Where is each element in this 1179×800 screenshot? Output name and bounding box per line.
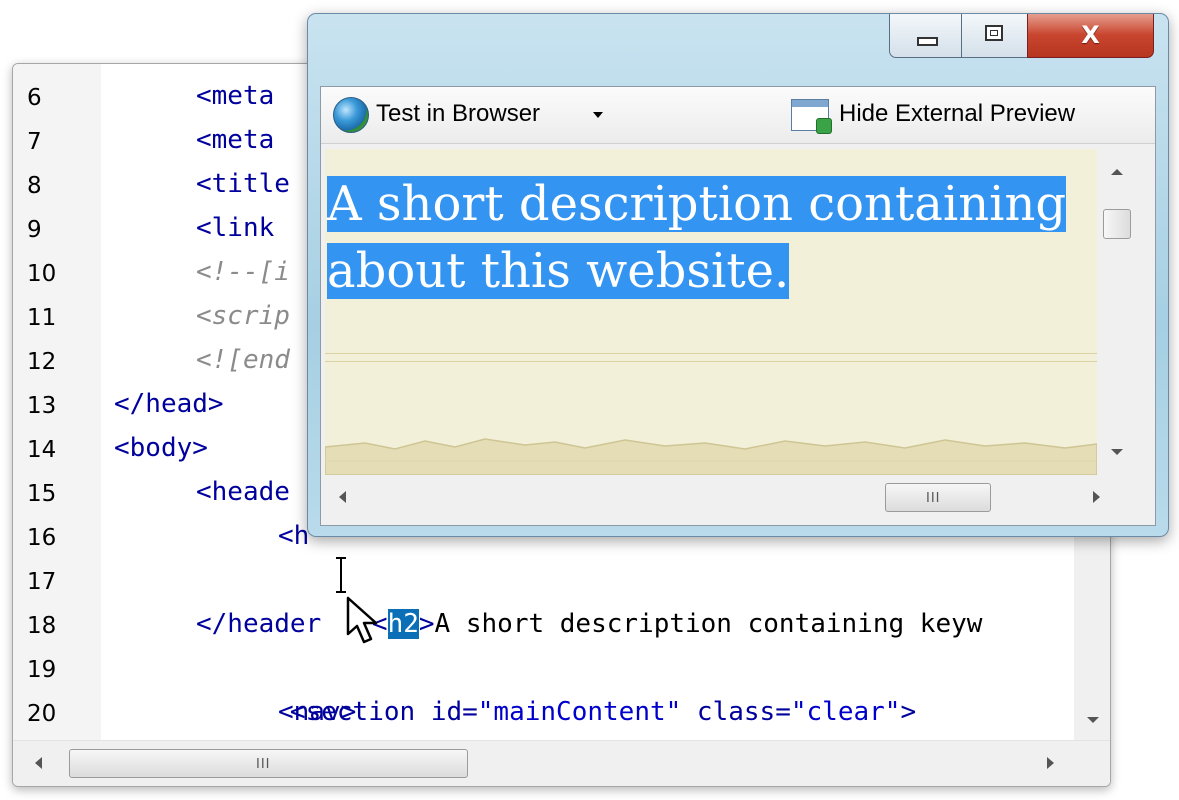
code-line[interactable]: </head> [114,382,224,426]
line-number: 11 [27,305,57,331]
scroll-left-arrow-icon[interactable] [35,757,42,769]
scroll-right-arrow-icon[interactable] [1047,757,1054,769]
code-line[interactable]: <meta [196,74,274,118]
grip-icon: III [926,491,941,506]
preview-heading-line: A short description containing [327,176,1067,232]
code-line[interactable]: <nav> [278,690,356,734]
chevron-down-icon [593,112,603,118]
minimize-icon [917,37,938,46]
minimize-button[interactable] [889,14,963,58]
preview-panel: Test in Browser Hide External Preview A … [320,86,1156,526]
code-line[interactable]: <link [196,206,274,250]
code-token: A short description containing keyw [434,609,983,639]
line-number: 15 [27,481,57,507]
divider [325,361,1097,362]
line-number: 13 [27,393,57,419]
editor-horizontal-scrollbar[interactable]: III [13,740,1110,786]
maximize-button[interactable] [961,14,1029,58]
close-icon: X [1081,21,1100,49]
line-number: 17 [27,569,57,595]
code-token: class= [681,697,791,727]
code-line[interactable]: <!--[i [196,250,290,294]
preview-vertical-scrollbar[interactable] [1097,149,1139,475]
scroll-right-arrow-icon[interactable] [1093,491,1100,503]
line-number: 7 [27,129,42,155]
code-line[interactable]: </header [196,602,321,646]
code-line[interactable]: <title [196,162,290,206]
hide-preview-icon [791,99,832,134]
line-number: 6 [27,85,42,111]
editor-hscroll-thumb[interactable]: III [69,749,468,778]
line-number-gutter: 6 7 8 9 10 11 12 13 14 15 16 17 18 19 20 [13,64,101,741]
line-number: 20 [27,701,57,727]
preview-heading-line: about this website. [327,243,790,299]
scroll-left-arrow-icon[interactable] [339,491,346,503]
maximize-icon [985,25,1003,41]
code-line[interactable]: <h [278,514,309,558]
code-line[interactable]: <body> [114,426,208,470]
grip-icon: III [256,757,271,772]
close-button[interactable]: X [1027,14,1154,58]
scroll-up-arrow-icon[interactable] [1111,169,1123,175]
scroll-down-arrow-icon[interactable] [1087,717,1099,723]
code-token: id= [430,697,478,727]
preview-horizontal-scrollbar[interactable]: III [325,475,1139,519]
globe-icon [333,97,369,133]
line-number: 12 [27,349,57,375]
code-line[interactable]: <section id="mainContent" class="clear"> [196,646,916,727]
decorative-ground-graphic [325,438,1097,475]
line-number: 8 [27,173,42,199]
selected-tag-name[interactable]: h2 [387,609,419,639]
external-preview-window: X Test in Browser Hide External Preview … [307,13,1169,537]
code-token: "mainContent" [477,697,682,727]
line-number: 16 [27,525,57,551]
preview-hscroll-thumb[interactable]: III [885,483,991,512]
code-line[interactable]: <heade [196,470,290,514]
preview-vscroll-thumb[interactable] [1103,209,1131,239]
code-line[interactable]: <![end [196,338,290,382]
line-number: 19 [27,657,57,683]
window-controls: X [889,14,1156,59]
test-in-browser-label: Test in Browser [376,100,541,127]
scroll-down-arrow-icon[interactable] [1111,449,1123,455]
mouse-pointer-icon [346,596,378,644]
code-line[interactable]: <meta [196,118,274,162]
text-cursor-icon [336,557,346,593]
preview-toolbar: Test in Browser Hide External Preview [321,87,1155,144]
divider [325,353,1097,354]
hide-external-preview-label: Hide External Preview [839,100,1076,127]
preview-heading[interactable]: A short description containing about thi… [327,171,1097,305]
line-number: 9 [27,217,42,243]
line-number: 14 [27,437,57,463]
line-number: 18 [27,613,57,639]
code-line[interactable]: <scrip [196,294,290,338]
code-token: > [418,609,435,639]
code-token: > [900,697,917,727]
line-number: 10 [27,261,57,287]
code-token: "clear" [790,697,901,727]
preview-viewport[interactable]: A short description containing about thi… [325,149,1097,475]
